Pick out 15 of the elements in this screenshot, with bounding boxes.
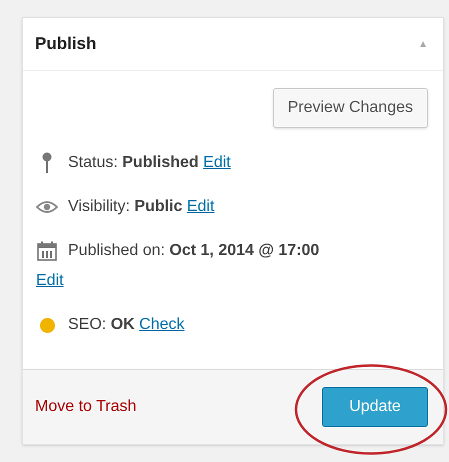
edit-link[interactable]: Edit [203, 154, 231, 171]
edit-link[interactable]: Edit [36, 270, 64, 292]
move-to-trash-link[interactable]: Move to Trash [35, 395, 136, 419]
calendar-icon [37, 241, 57, 261]
pin-icon [41, 152, 53, 174]
eye-icon [36, 200, 58, 214]
edit-link[interactable]: Edit [186, 198, 214, 215]
status-line: Published on: Oct 1, 2014 @ 17:00 [68, 241, 320, 261]
update-button[interactable]: Update [322, 387, 428, 427]
panel-title: Publish [35, 33, 96, 56]
status-line: SEO: OK Check [68, 315, 184, 335]
edit-link[interactable]: Check [139, 316, 184, 333]
status-line: Visibility: Public Edit [68, 197, 214, 217]
status-line: Status: Published Edit [68, 153, 231, 173]
preview-changes-button[interactable]: Preview Changes [272, 88, 428, 128]
